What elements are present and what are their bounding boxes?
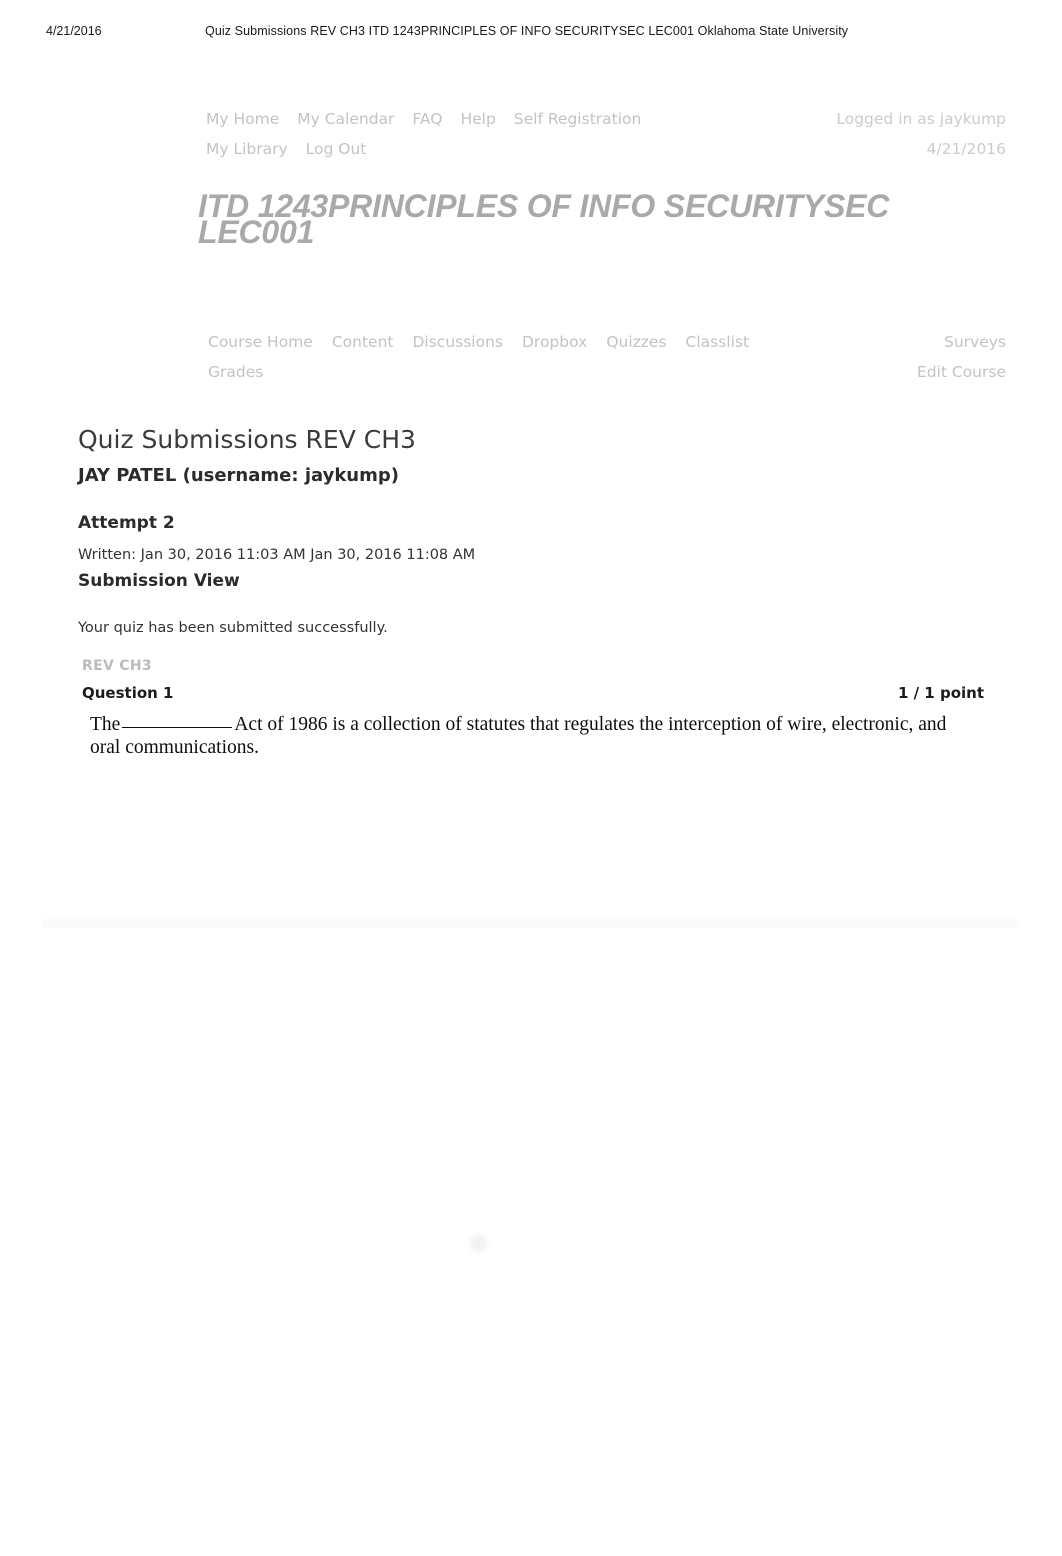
question-points: 1 / 1 point <box>897 684 984 702</box>
course-nav-row-2: Grades Edit Course <box>208 357 1006 387</box>
tab-course-home[interactable]: Course Home <box>208 333 313 351</box>
submission-view-heading: Submission View <box>78 571 240 591</box>
tab-discussions[interactable]: Discussions <box>412 333 503 351</box>
quiz-name-label: REV CH3 <box>82 658 152 674</box>
tab-surveys[interactable]: Surveys <box>944 327 1006 357</box>
nav-self-registration[interactable]: Self Registration <box>514 110 642 128</box>
page-artifact-mark <box>470 1235 487 1252</box>
question-number: Question 1 <box>82 684 174 702</box>
print-header-title: Quiz Submissions REV CH3 ITD 1243PRINCIP… <box>205 24 849 38</box>
utility-nav-links-secondary: My Library Log Out <box>206 140 366 158</box>
tab-classlist[interactable]: Classlist <box>686 333 750 351</box>
page-title: Quiz Submissions REV CH3 <box>78 424 416 454</box>
utility-nav-row-2: My Library Log Out 4/21/2016 <box>206 134 1006 164</box>
question-text-before-blank: The <box>90 714 121 735</box>
logged-in-as-label: Logged in as jaykump <box>836 110 1006 128</box>
course-title: ITD 1243PRINCIPLES OF INFO SECURITYSEC L… <box>198 188 890 250</box>
tab-grades[interactable]: Grades <box>208 363 263 381</box>
page-divider <box>42 919 1017 928</box>
question-text-after-blank: Act of 1986 is a collection of statutes … <box>90 714 947 758</box>
tab-content[interactable]: Content <box>332 333 394 351</box>
print-header: 4/21/2016 Quiz Submissions REV CH3 ITD 1… <box>0 24 1062 42</box>
submission-success-message: Your quiz has been submitted successfull… <box>78 620 388 636</box>
current-date: 4/21/2016 <box>926 140 1006 158</box>
written-timestamps: Written: Jan 30, 2016 11:03 AM Jan 30, 2… <box>78 547 476 563</box>
question-header-row: Question 1 1 / 1 point <box>82 684 984 704</box>
nav-my-home[interactable]: My Home <box>206 110 279 128</box>
utility-navigation: My Home My Calendar FAQ Help Self Registrati… <box>206 104 1006 164</box>
nav-my-library[interactable]: My Library <box>206 140 288 158</box>
question-text: The Act of 1986 is a collection of statut… <box>90 713 968 759</box>
attempt-label: Attempt 2 <box>78 513 175 533</box>
fill-in-blank <box>122 727 233 728</box>
utility-nav-row-1: My Home My Calendar FAQ Help Self Registrati… <box>206 104 1006 134</box>
nav-faq[interactable]: FAQ <box>412 110 442 128</box>
nav-help[interactable]: Help <box>460 110 495 128</box>
course-navigation: Course Home Content Discussions Dropbox Quiz… <box>208 327 1006 387</box>
tab-edit-course[interactable]: Edit Course <box>917 357 1006 387</box>
nav-my-calendar[interactable]: My Calendar <box>297 110 394 128</box>
student-name-label: JAY PATEL (username: jaykump) <box>78 465 399 486</box>
tab-quizzes[interactable]: Quizzes <box>606 333 666 351</box>
tab-dropbox[interactable]: Dropbox <box>522 333 587 351</box>
course-nav-row-1: Course Home Content Discussions Dropbox Quiz… <box>208 327 1006 357</box>
utility-nav-links-primary: My Home My Calendar FAQ Help Self Registrati… <box>206 110 641 128</box>
nav-log-out[interactable]: Log Out <box>306 140 367 158</box>
print-header-date: 4/21/2016 <box>46 24 102 38</box>
